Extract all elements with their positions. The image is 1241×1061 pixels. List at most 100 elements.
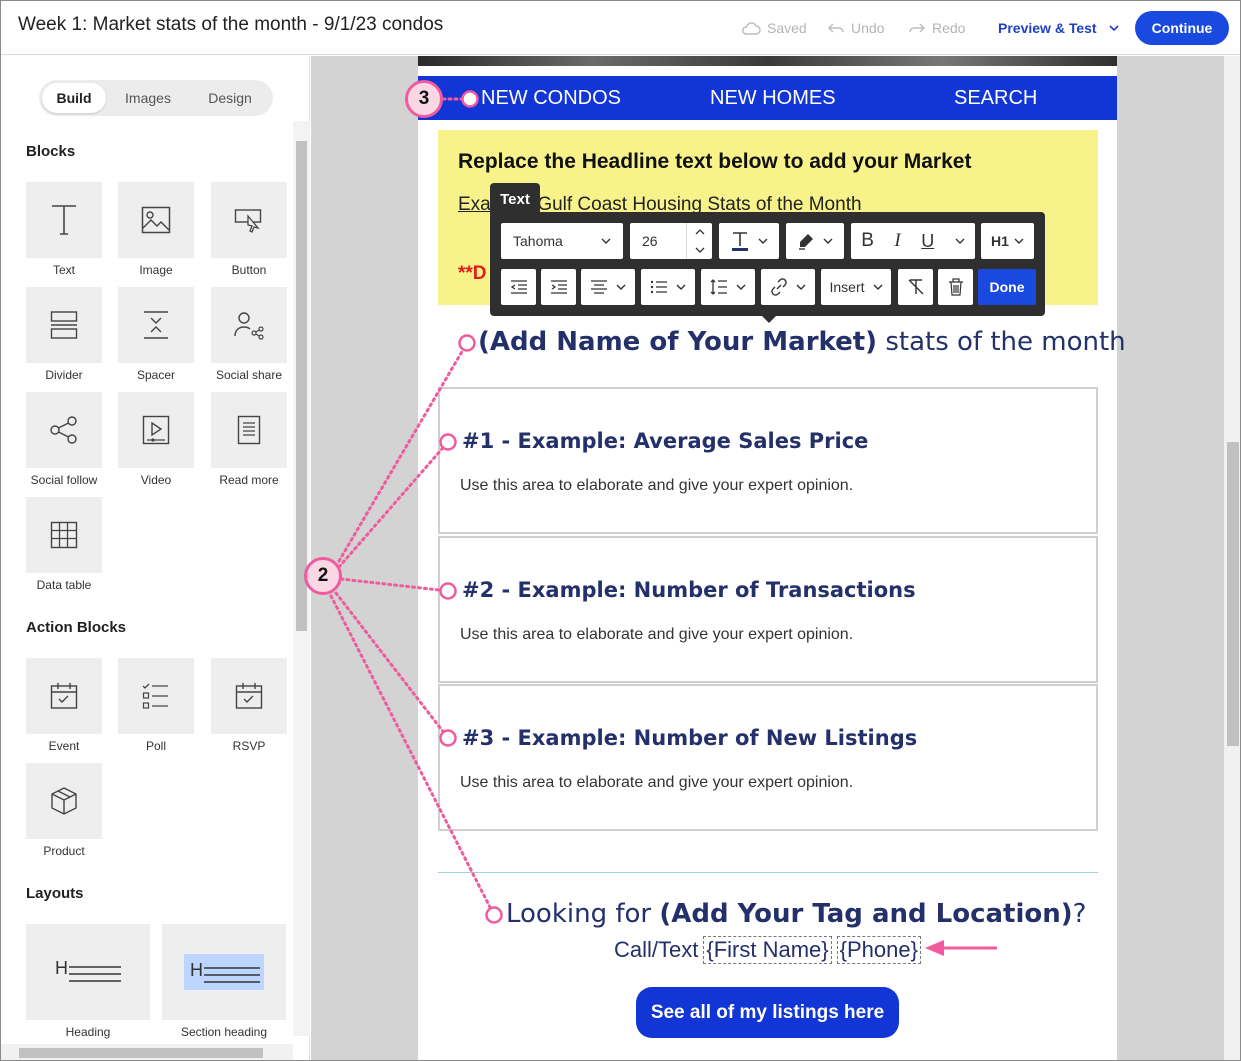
- continue-button[interactable]: Continue: [1135, 11, 1229, 45]
- line-height-select[interactable]: [701, 269, 755, 305]
- done-button[interactable]: Done: [978, 269, 1036, 305]
- italic-icon[interactable]: I: [894, 230, 900, 252]
- line-height-icon: [710, 279, 727, 295]
- text-icon: [52, 205, 76, 235]
- looking-for-line[interactable]: Looking for (Add Your Tag and Location)?: [506, 899, 1086, 929]
- trash-icon: [948, 278, 963, 296]
- insert-select[interactable]: Insert: [821, 269, 891, 305]
- chevron-down-icon: [1014, 238, 1024, 244]
- stat-block[interactable]: #2 - Example: Number of Transactions Use…: [438, 536, 1098, 683]
- top-bar: Week 1: Market stats of the month - 9/1/…: [1, 1, 1240, 55]
- layout-heading[interactable]: H Heading: [26, 924, 150, 1039]
- video-icon: [142, 415, 170, 445]
- block-read-more[interactable]: Read more: [211, 392, 287, 487]
- block-image[interactable]: Image: [118, 182, 194, 277]
- layout-section-heading[interactable]: H Section heading: [162, 924, 286, 1039]
- font-family-value: Tahoma: [513, 233, 563, 249]
- block-social-follow[interactable]: Social follow: [26, 392, 102, 487]
- block-product[interactable]: Product: [26, 763, 102, 858]
- block-social-share[interactable]: Social share: [211, 287, 287, 382]
- left-panel-horizontal-scrollbar[interactable]: [1, 1044, 293, 1060]
- svg-text:H: H: [190, 960, 203, 980]
- notice-headline: Replace the Headline text below to add y…: [458, 150, 972, 173]
- tab-images[interactable]: Images: [106, 83, 190, 113]
- clear-format-button[interactable]: [898, 269, 933, 305]
- canvas-scrollbar[interactable]: [1224, 56, 1240, 1060]
- chevron-down-icon: [758, 238, 768, 244]
- email-nav-bar[interactable]: NEW CONDOS NEW HOMES SEARCH: [418, 76, 1117, 120]
- block-divider[interactable]: Divider: [26, 287, 102, 382]
- block-poll[interactable]: Poll: [118, 658, 194, 753]
- market-name: (Add Name of Your Market): [478, 327, 878, 357]
- text-color-button[interactable]: [719, 223, 779, 259]
- stat-block[interactable]: #3 - Example: Number of New Listings Use…: [438, 684, 1098, 831]
- image-icon: [141, 206, 171, 234]
- nav-link[interactable]: NEW HOMES: [710, 87, 836, 110]
- svg-text:H: H: [55, 958, 68, 978]
- block-spacer[interactable]: Spacer: [118, 287, 194, 382]
- scrollbar-thumb[interactable]: [296, 141, 307, 631]
- block-rsvp[interactable]: RSVP: [211, 658, 287, 753]
- block-label: Event: [48, 739, 80, 753]
- nav-link[interactable]: NEW CONDOS: [481, 87, 621, 110]
- indent-button[interactable]: [541, 269, 576, 305]
- merge-field-first-name[interactable]: {First Name}: [703, 936, 832, 964]
- content-divider[interactable]: [438, 872, 1098, 873]
- scrollbar-thumb[interactable]: [1227, 442, 1239, 746]
- font-size-stepper[interactable]: 26: [630, 223, 712, 259]
- chevron-up-icon[interactable]: [695, 229, 705, 235]
- block-label: Image: [139, 263, 173, 277]
- stat-title: #1 - Example: Average Sales Price: [462, 429, 869, 453]
- chevron-down-icon: [736, 284, 746, 290]
- redo-button[interactable]: Redo: [908, 20, 965, 36]
- block-data-table[interactable]: Data table: [26, 497, 102, 592]
- chevron-down-icon[interactable]: [955, 238, 965, 244]
- nav-link[interactable]: SEARCH: [954, 87, 1037, 110]
- heading-level-select[interactable]: H1: [981, 223, 1034, 259]
- font-family-select[interactable]: Tahoma: [501, 223, 623, 259]
- looking-suffix: ?: [1072, 899, 1087, 929]
- block-button[interactable]: Button: [211, 182, 287, 277]
- tab-build[interactable]: Build: [42, 83, 106, 113]
- scrollbar-thumb[interactable]: [19, 1048, 263, 1058]
- stat-block[interactable]: #1 - Example: Average Sales Price Use th…: [438, 387, 1098, 534]
- link-select[interactable]: [761, 269, 815, 305]
- block-label: Social share: [215, 368, 283, 382]
- preview-test-dropdown[interactable]: Preview & Test: [998, 20, 1119, 36]
- annotation-badge-3: 3: [405, 80, 443, 118]
- tab-design[interactable]: Design: [190, 83, 270, 113]
- merge-field-phone[interactable]: {Phone}: [836, 936, 921, 964]
- button-icon: [234, 209, 262, 233]
- underline-icon[interactable]: U: [921, 231, 934, 252]
- chevron-down-icon: [796, 284, 806, 290]
- market-headline[interactable]: (Add Name of Your Market) stats of the m…: [478, 327, 1126, 357]
- section-heading-layout-icon: H: [184, 954, 264, 990]
- block-event[interactable]: Event: [26, 658, 102, 753]
- outdent-icon: [510, 280, 527, 294]
- social-share-icon: [234, 312, 264, 340]
- list-select[interactable]: [641, 269, 695, 305]
- blocks-heading: Blocks: [26, 143, 76, 160]
- looking-prefix: Looking for: [506, 899, 660, 929]
- left-panel: Build Images Design Blocks Text Image Bu…: [1, 56, 310, 1060]
- delete-button[interactable]: [938, 269, 973, 305]
- campaign-title[interactable]: Week 1: Market stats of the month - 9/1/…: [18, 14, 443, 36]
- block-video[interactable]: Video: [118, 392, 194, 487]
- undo-label: Undo: [851, 20, 885, 36]
- block-text[interactable]: Text: [26, 182, 102, 277]
- outdent-button[interactable]: [501, 269, 536, 305]
- call-text-line[interactable]: Call/Text {First Name} {Phone}: [614, 936, 921, 964]
- looking-tag: (Add Your Tag and Location): [659, 899, 1073, 929]
- header-image[interactable]: [418, 56, 1117, 66]
- bold-icon[interactable]: B: [861, 230, 874, 252]
- editor-canvas: NEW CONDOS NEW HOMES SEARCH Replace the …: [311, 56, 1224, 1060]
- highlight-color-button[interactable]: [786, 223, 844, 259]
- block-label: Spacer: [136, 368, 176, 382]
- listings-button[interactable]: See all of my listings here: [636, 987, 899, 1038]
- undo-button[interactable]: Undo: [827, 20, 884, 36]
- align-select[interactable]: [581, 269, 635, 305]
- poll-icon: [142, 683, 168, 709]
- chevron-down-icon[interactable]: [695, 247, 705, 253]
- calendar-icon: [50, 683, 78, 709]
- undo-icon: [827, 23, 844, 33]
